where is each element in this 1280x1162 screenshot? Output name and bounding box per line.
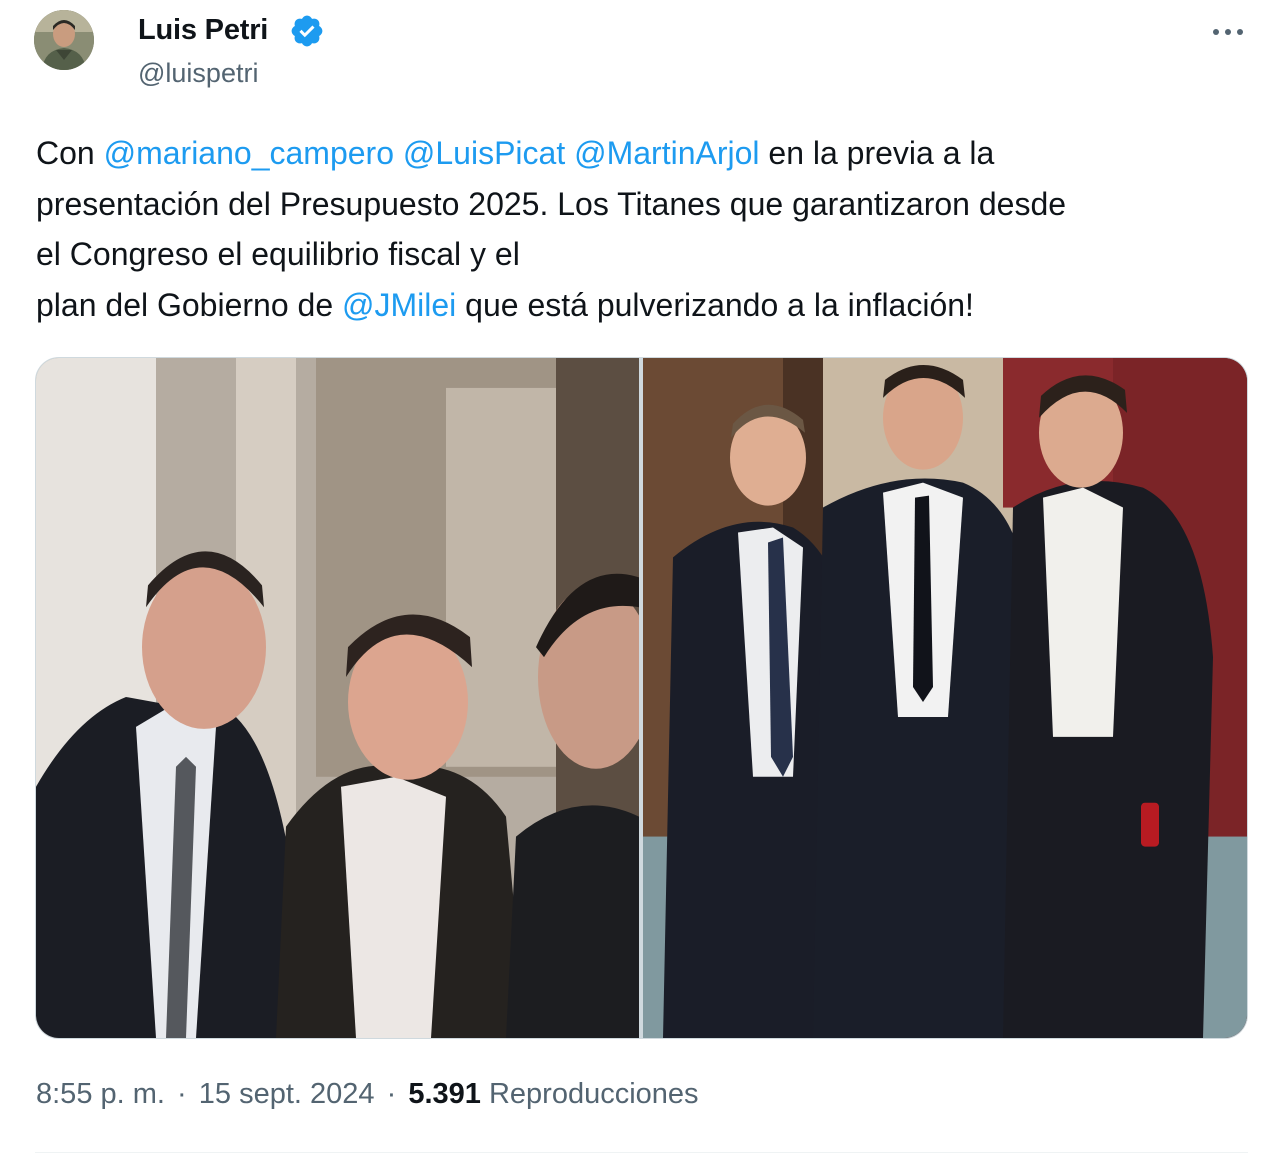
mention-link[interactable]: @LuisPicat [403, 135, 565, 171]
author-handle[interactable]: @luispetri [138, 58, 258, 89]
tweet-text-segment: plan del Gobierno de [36, 286, 342, 323]
tweet-text-line: presentación del Presupuesto 2025. Los T… [36, 179, 1256, 230]
tweet-text: Con @mariano_campero @LuisPicat @MartinA… [36, 128, 1256, 330]
mention-link[interactable]: @MartinArjol [574, 135, 759, 171]
tweet-date[interactable]: 15 sept. 2024 [199, 1078, 375, 1110]
media-grid [35, 357, 1248, 1039]
tweet-text-segment: en la previa a la [759, 135, 995, 171]
tweet-text-segment [394, 135, 403, 171]
tweet-text-segment [565, 135, 574, 171]
tweet-text-line: el Congreso el equilibrio fiscal y el [36, 229, 1256, 280]
meta-separator: · [386, 1078, 397, 1110]
meta-separator: · [177, 1078, 187, 1110]
mention-link[interactable]: @JMilei [342, 287, 456, 323]
tweet-text-segment: presentación del Presupuesto 2025. Los T… [36, 185, 1067, 222]
verified-badge-icon[interactable] [289, 13, 325, 49]
tweet-text-line: Con @mariano_campero @LuisPicat @MartinA… [36, 128, 1256, 179]
tweet-time[interactable]: 8:55 p. m. [36, 1078, 165, 1110]
tweet-text-segment: que está pulverizando a la inflación! [456, 286, 974, 323]
tweet-text-segment: el Congreso el equilibrio fiscal y el [36, 236, 520, 272]
mention-link[interactable]: @mariano_campero [104, 135, 394, 171]
tweet-text-segment: Con [36, 135, 104, 171]
author-name[interactable]: Luis Petri [138, 14, 268, 47]
views-count: 5.391 [408, 1078, 481, 1110]
photo-three-men-standing[interactable] [643, 358, 1247, 1038]
avatar-image [34, 10, 94, 70]
tweet-text-line: plan del Gobierno de @JMilei que está pu… [36, 280, 1256, 331]
tweet-meta: 8:55 p. m. · 15 sept. 2024 · 5.391 Repro… [36, 1078, 699, 1111]
divider [35, 1152, 1248, 1153]
avatar[interactable] [34, 10, 94, 70]
more-options-icon[interactable] [1208, 14, 1248, 50]
views-label: Reproducciones [488, 1078, 699, 1110]
photo-selfie-three-men[interactable] [36, 358, 639, 1038]
